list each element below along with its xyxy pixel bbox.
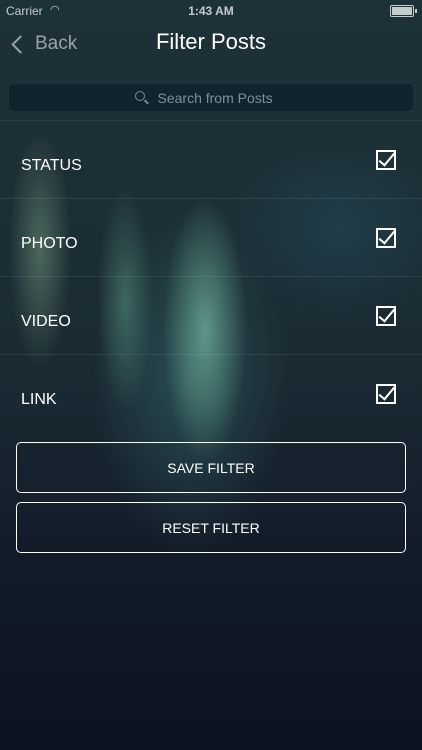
filter-label: VIDEO <box>21 313 71 330</box>
save-filter-button[interactable]: SAVE FILTER <box>16 442 406 493</box>
filter-row-link[interactable]: LINK <box>0 354 422 432</box>
status-time: 1:43 AM <box>188 4 234 18</box>
navigation-bar: Back Filter Posts <box>0 22 422 66</box>
checkbox-checked-icon[interactable] <box>376 384 396 404</box>
filter-label: STATUS <box>21 157 82 174</box>
reset-filter-button[interactable]: RESET FILTER <box>16 502 406 553</box>
filter-row-video[interactable]: VIDEO <box>0 276 422 354</box>
battery-icon <box>390 5 417 17</box>
filter-list: STATUS PHOTO VIDEO LINK <box>0 120 422 432</box>
page-title: Filter Posts <box>155 29 267 54</box>
checkbox-checked-icon[interactable] <box>376 228 396 248</box>
search-bar[interactable] <box>9 84 413 111</box>
filter-label: PHOTO <box>21 235 78 252</box>
search-input[interactable] <box>157 89 288 106</box>
checkbox-checked-icon[interactable] <box>376 150 396 170</box>
status-bar: Carrier ◠ 1:43 AM <box>0 0 422 22</box>
filter-row-photo[interactable]: PHOTO <box>0 198 422 276</box>
filter-row-status[interactable]: STATUS <box>0 120 422 198</box>
search-icon <box>134 90 149 105</box>
checkbox-checked-icon[interactable] <box>376 306 396 326</box>
filter-label: LINK <box>21 391 57 408</box>
